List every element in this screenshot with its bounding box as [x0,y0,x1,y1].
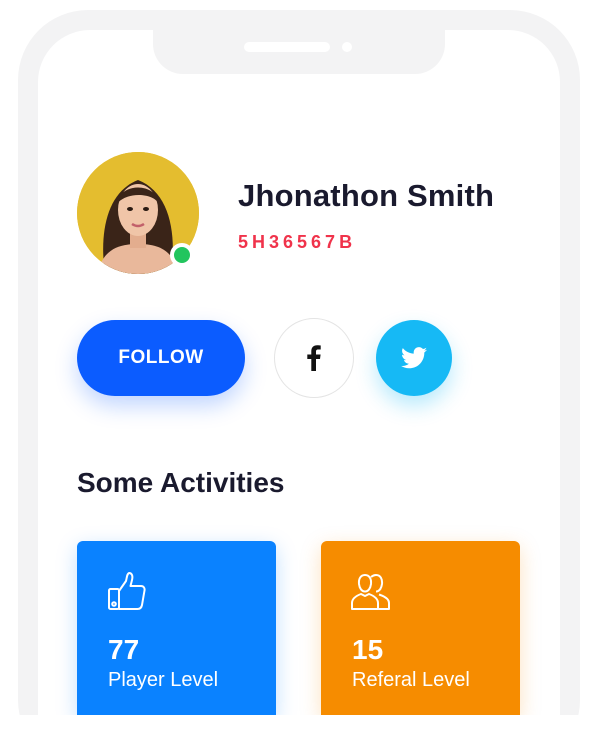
thumbs-up-icon [108,572,146,610]
player-level-label: Player Level [108,669,219,691]
speaker-icon [244,42,330,52]
activity-card-player-level[interactable]: 77 Player Level [77,541,276,715]
referal-level-label: Referal Level [352,669,470,691]
facebook-icon [307,345,321,371]
camera-icon [342,42,352,52]
referal-level-value: 15 [352,634,384,665]
users-icon [351,574,390,610]
online-status-dot [170,243,194,267]
profile-code: 5H36567B [238,232,357,252]
follow-button[interactable]: FOLLOW [77,320,245,396]
twitter-icon [401,347,427,369]
twitter-button[interactable] [376,320,452,396]
profile-name: Jhonathon Smith [238,178,495,213]
phone-notch [153,30,445,74]
bottom-fade [0,715,598,751]
section-title-activities: Some Activities [77,467,285,498]
facebook-button[interactable] [274,318,354,398]
player-level-value: 77 [108,634,140,665]
activity-card-referal-level[interactable]: 15 Referal Level [321,541,520,715]
